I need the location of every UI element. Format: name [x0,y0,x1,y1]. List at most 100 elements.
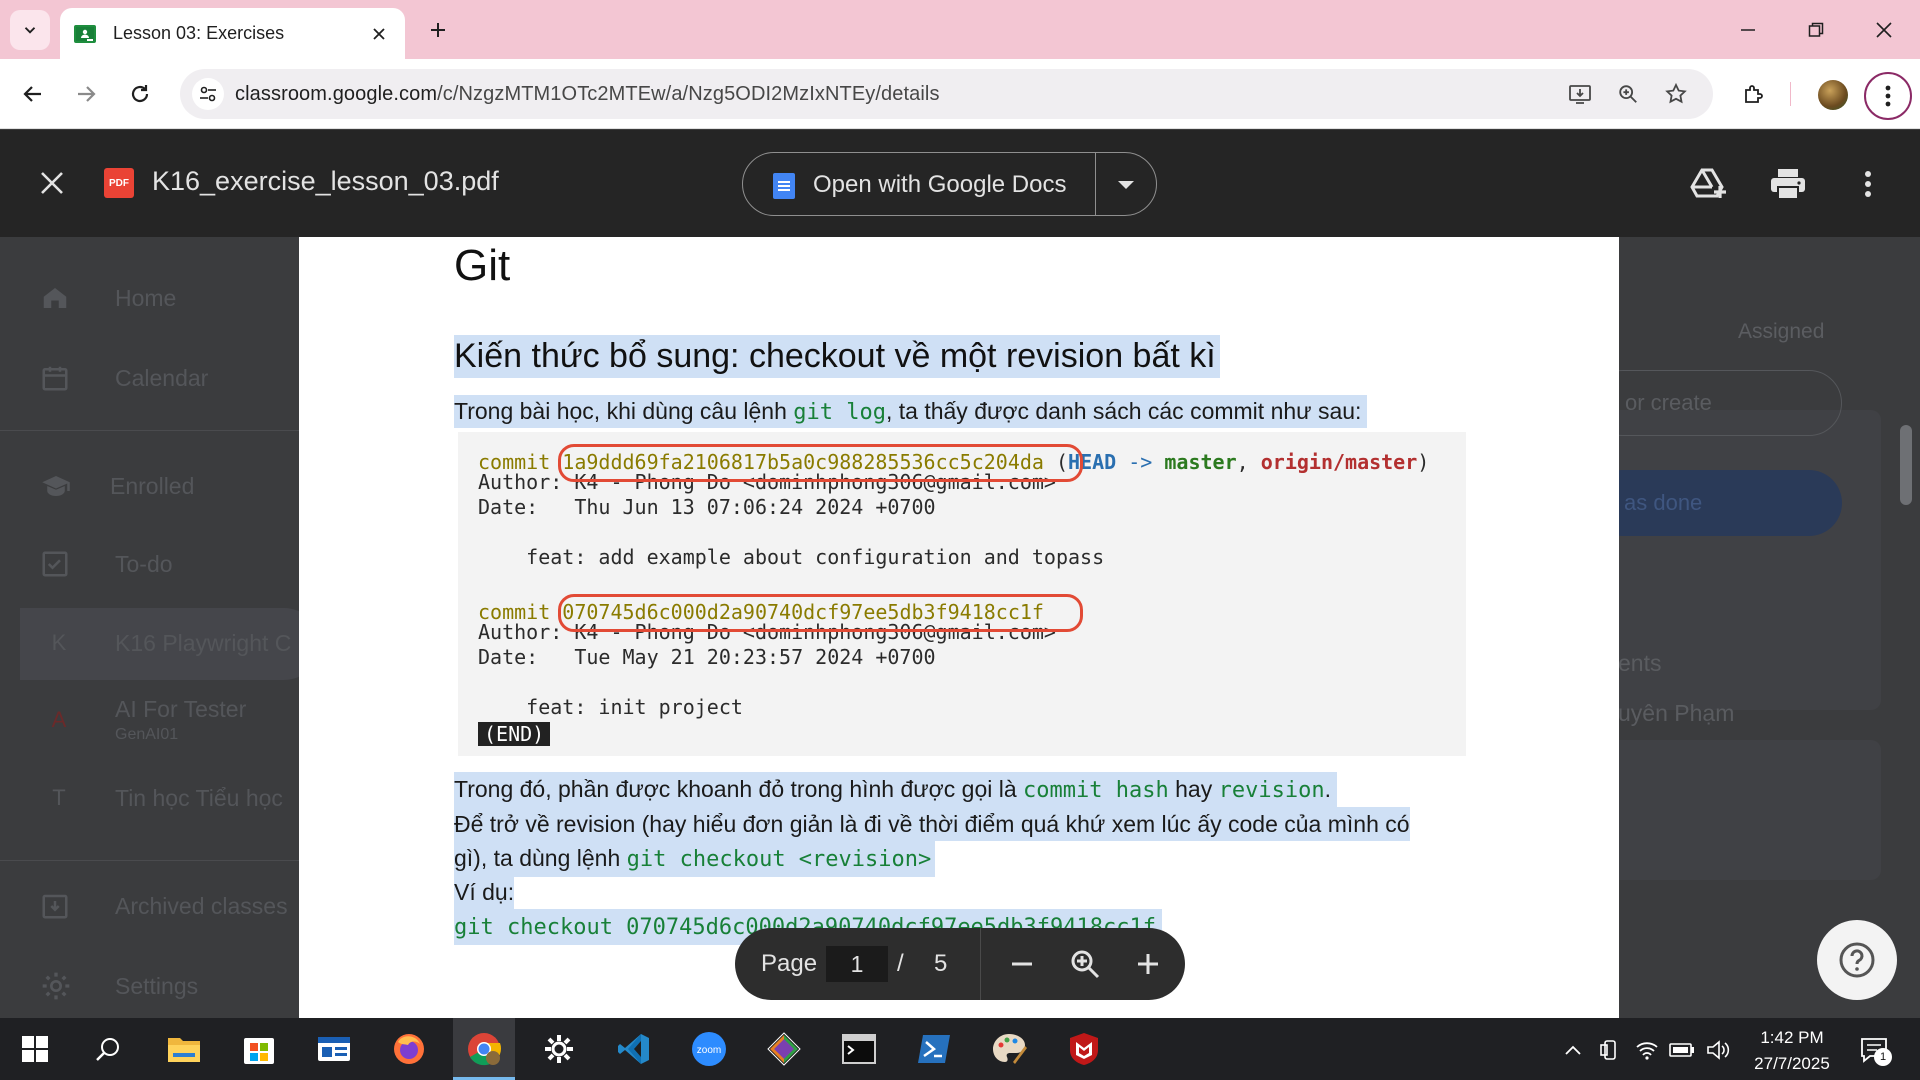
clock-date[interactable]: 27/7/2025 [1746,1054,1838,1074]
terminal-button[interactable] [837,1027,881,1071]
add-to-drive-button[interactable] [1689,164,1729,204]
vscode-icon [618,1034,649,1064]
store-icon [244,1038,274,1064]
google-docs-icon [773,173,795,199]
zoom-in-icon [1071,950,1100,979]
powershell-icon [918,1035,950,1063]
site-info-button[interactable] [192,78,224,110]
start-icon [22,1036,48,1062]
title-fragment: Git [454,241,511,290]
tray-volume[interactable] [1705,1037,1731,1063]
zoom-app-button[interactable]: zoom [687,1027,731,1071]
total-pages: 5 [934,950,948,977]
help-icon [1839,942,1875,978]
profile-avatar[interactable] [1818,80,1848,110]
file-explorer-button[interactable] [162,1027,206,1071]
print-button[interactable] [1768,164,1808,204]
intro-paragraph: Trong bài học, khi dùng câu lệnh git log… [454,395,1368,428]
close-viewer-button[interactable] [34,165,70,201]
mcafee-icon [1070,1033,1098,1065]
url-path: /c/NzgzMTM1OTc2MTEw/a/Nzg5ODI2MzIxNTEy/d… [437,83,940,105]
settings-app-button[interactable] [537,1027,581,1071]
paint-button[interactable] [987,1027,1031,1071]
wifi-icon [1636,1042,1658,1060]
taskbar-app-button[interactable] [312,1027,356,1071]
arrow-right-icon [78,86,96,102]
svg-text:zoom: zoom [697,1045,721,1056]
tray-battery[interactable] [1669,1037,1695,1063]
notification-center-button[interactable]: 1 [1856,1032,1892,1068]
zoom-in-icon [1619,85,1637,103]
page-label: Page [761,950,818,977]
puzzle-icon [1745,85,1763,103]
zoom-in-button[interactable] [1130,946,1166,982]
microsoft-store-button[interactable] [237,1027,281,1071]
end-tag: (END) [478,722,551,746]
example-label: Ví dụ: [454,875,515,909]
close-icon [41,172,63,194]
forward-button[interactable] [66,74,106,114]
pdf-file-icon: PDF [104,168,134,198]
bookmark-button[interactable] [1662,80,1690,108]
zoom-out-button[interactable] [1004,946,1040,982]
reload-button[interactable] [120,74,160,114]
browser-tab[interactable]: Lesson 03: Exercises [60,8,405,59]
tray-phone-link[interactable] [1597,1037,1623,1063]
browser-menu-button[interactable] [1864,72,1912,120]
tray-network[interactable] [1634,1037,1660,1063]
git-app-button[interactable] [762,1027,806,1071]
more-actions-button[interactable] [1848,164,1888,204]
page-navigation-bar: Page / 5 [735,928,1185,1000]
star-icon [1665,82,1687,104]
sidebar-divider [0,430,300,431]
close-icon [373,28,385,40]
chrome-button[interactable] [462,1027,506,1071]
plus-icon [1138,954,1158,974]
url-domain: classroom.google.com [235,83,438,105]
chevron-down-icon [24,27,36,34]
punct: , [1236,450,1249,474]
text: . [1324,776,1331,802]
powershell-button[interactable] [912,1027,956,1071]
button-separator [1095,153,1096,215]
tab-search-button[interactable] [10,10,50,50]
firefox-button[interactable] [387,1027,431,1071]
checkout-command-line: gì), ta dùng lệnh git checkout <revision… [454,841,936,877]
restore-button[interactable] [1794,8,1838,52]
sidebar-item-class-k16: K K16 Playwright C [40,623,292,663]
help-button[interactable] [1817,920,1897,1000]
back-button[interactable] [13,74,53,114]
install-app-button[interactable] [1566,80,1594,108]
tab-close-button[interactable] [367,22,391,46]
zoom-button[interactable] [1614,80,1642,108]
zoom-reset-button[interactable] [1067,946,1103,982]
inline-code: git checkout <revision> [626,847,932,872]
start-button[interactable] [13,1027,57,1071]
new-tab-button[interactable] [422,14,454,46]
taskbar-search-button[interactable] [86,1027,130,1071]
more-vert-icon [1865,171,1871,197]
toolbar-divider [1790,82,1791,106]
inline-code: git log [793,400,886,425]
restore-icon [1808,22,1824,37]
text: Trong đó, phần được khoanh đỏ trong hình… [454,776,1024,802]
more-vert-icon [1885,85,1891,107]
open-with-google-docs-button[interactable]: Open with Google Docs [742,152,1157,216]
windows-taskbar: zoom 1:42 PM 27/7/2025 1 [0,1018,1920,1080]
pdf-page[interactable]: Git Kiến thức bổ sung: checkout về một r… [299,237,1619,1018]
sidebar-item-class-ai: A AI For Tester GenAI01 [40,696,247,743]
clock-time[interactable]: 1:42 PM [1752,1028,1832,1048]
address-bar[interactable]: classroom.google.com/c/NzgzMTM1OTc2MTEw/… [180,69,1713,119]
page-number-input[interactable] [826,946,888,982]
extensions-button[interactable] [1734,74,1774,114]
close-icon [1876,22,1892,38]
minimize-button[interactable] [1726,8,1770,52]
mcafee-button[interactable] [1062,1027,1106,1071]
chevron-up-icon [1565,1045,1581,1055]
close-window-button[interactable] [1862,8,1906,52]
app-icon [318,1037,350,1061]
pdf-viewer-header: PDF K16_exercise_lesson_03.pdf Open with… [0,130,1920,237]
tray-overflow-button[interactable] [1560,1037,1586,1063]
vscode-button[interactable] [612,1027,656,1071]
open-with-dropdown-button[interactable] [1113,173,1139,197]
